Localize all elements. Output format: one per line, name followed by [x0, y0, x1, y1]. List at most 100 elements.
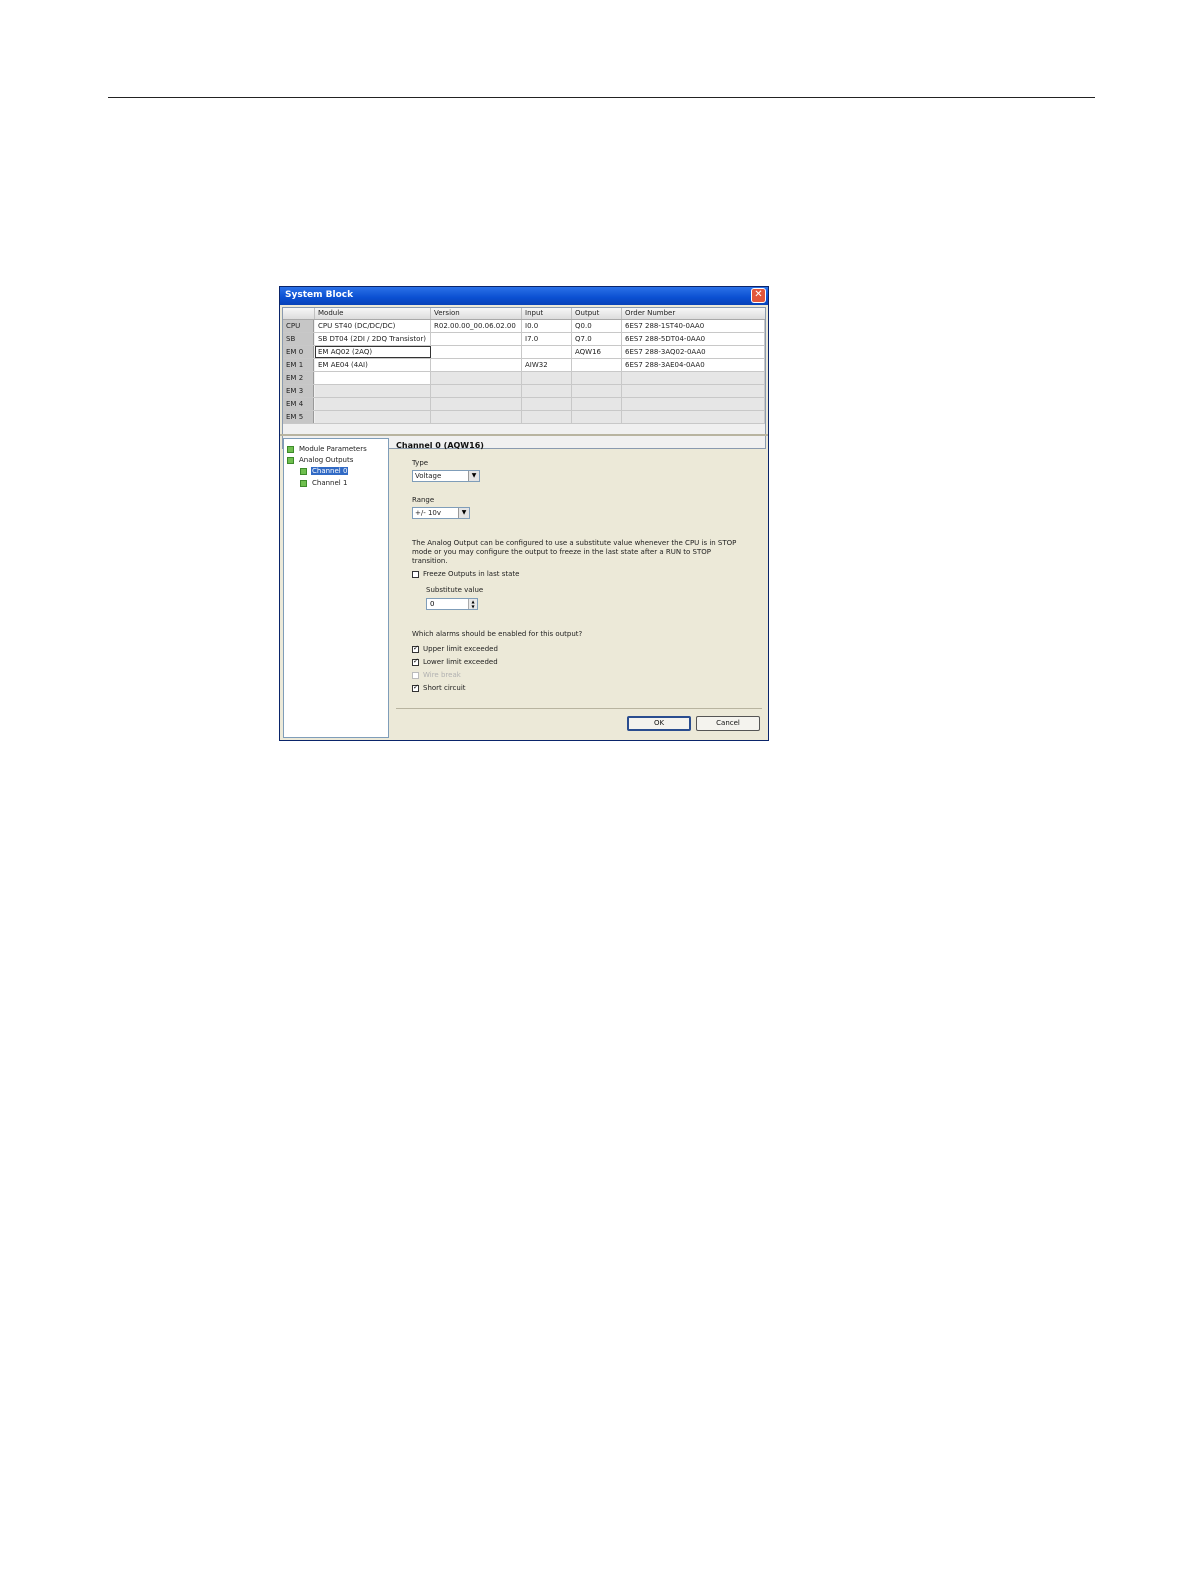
module-grid: Module Version Input Output Order Number…	[282, 307, 766, 449]
input-cell: I7.0	[522, 333, 572, 345]
checkbox-checked-icon	[412, 644, 419, 653]
table-row[interactable]: CPU CPU ST40 (DC/DC/DC) R02.00.00_00.06.…	[283, 320, 765, 333]
table-row[interactable]: EM 0 EM AQ02 (2AQ) AQW16 6ES7 288-3AQ02-…	[283, 346, 765, 359]
slot-label: SB	[283, 333, 314, 345]
table-row[interactable]: EM 5	[283, 411, 765, 424]
header-input: Input	[522, 308, 572, 319]
slot-label: EM 3	[283, 385, 314, 397]
folder-icon	[287, 445, 294, 453]
output-cell	[572, 372, 622, 384]
checkbox-checked-icon	[412, 683, 419, 692]
output-cell: AQW16	[572, 346, 622, 358]
upper-limit-checkbox[interactable]: Upper limit exceeded	[412, 644, 498, 654]
order-cell: 6ES7 288-3AQ02-0AA0	[622, 346, 765, 358]
module-cell[interactable]: CPU ST40 (DC/DC/DC)	[315, 320, 431, 332]
channel-icon	[300, 467, 307, 475]
output-cell	[572, 398, 622, 410]
alarms-question: Which alarms should be enabled for this …	[412, 630, 583, 638]
chevron-down-icon: ▼	[458, 508, 469, 518]
slot-label: EM 0	[283, 346, 314, 358]
table-row[interactable]: EM 2	[283, 372, 765, 385]
tree-item-analog-outputs[interactable]: Analog Outputs	[287, 455, 354, 465]
close-button[interactable]: ✕	[751, 288, 766, 303]
wire-break-checkbox: Wire break	[412, 671, 461, 680]
version-cell	[431, 385, 522, 397]
substitute-description: The Analog Output can be configured to u…	[412, 539, 737, 565]
system-block-dialog: System Block ✕ Module Version Input Outp…	[279, 286, 769, 741]
range-label: Range	[412, 496, 435, 504]
tree-item-channel-1[interactable]: Channel 1	[300, 478, 348, 488]
output-cell	[572, 411, 622, 423]
order-cell	[622, 372, 765, 384]
order-cell: 6ES7 288-5DT04-0AA0	[622, 333, 765, 345]
output-cell: Q0.0	[572, 320, 622, 332]
type-select[interactable]: Voltage ▼	[412, 470, 480, 482]
grid-header: Module Version Input Output Order Number	[283, 308, 765, 320]
spinner-arrows-icon[interactable]: ▲ ▼	[468, 599, 477, 609]
slot-label: CPU	[283, 320, 314, 332]
output-cell: Q7.0	[572, 333, 622, 345]
module-cell[interactable]	[315, 398, 431, 410]
order-cell: 6ES7 288-1ST40-0AA0	[622, 320, 765, 332]
table-row[interactable]: EM 4	[283, 398, 765, 411]
freeze-outputs-checkbox[interactable]: Freeze Outputs in last state	[412, 570, 519, 579]
module-cell[interactable]	[315, 385, 431, 397]
type-select-value: Voltage	[415, 472, 442, 480]
slot-label: EM 4	[283, 398, 314, 410]
checkbox-checked-icon	[412, 657, 419, 666]
version-cell: R02.00.00_00.06.02.00	[431, 320, 522, 332]
table-row[interactable]: SB SB DT04 (2DI / 2DQ Transistor) I7.0 Q…	[283, 333, 765, 346]
checkbox-icon	[412, 570, 419, 578]
version-cell	[431, 346, 522, 358]
input-cell: AIW32	[522, 359, 572, 371]
order-cell: 6ES7 288-3AE04-0AA0	[622, 359, 765, 371]
channel-settings-panel: Channel 0 (AQW16) Type Voltage ▼ Range +…	[390, 438, 766, 738]
input-cell	[522, 372, 572, 384]
cancel-button[interactable]: Cancel	[696, 716, 760, 731]
header-version: Version	[431, 308, 522, 319]
input-cell	[522, 411, 572, 423]
module-cell-selected[interactable]: EM AQ02 (2AQ)	[315, 346, 431, 358]
substitute-value-input[interactable]: 0 ▲ ▼	[426, 598, 478, 610]
checkbox-disabled-icon	[412, 671, 419, 679]
order-cell	[622, 398, 765, 410]
tree-item-module-parameters[interactable]: Module Parameters	[287, 444, 368, 454]
dialog-title: System Block	[285, 290, 354, 300]
input-cell	[522, 346, 572, 358]
input-cell	[522, 385, 572, 397]
order-cell	[622, 385, 765, 397]
range-select[interactable]: +/- 10v ▼	[412, 507, 470, 519]
header-order-number: Order Number	[625, 309, 676, 317]
type-label: Type	[412, 459, 429, 467]
pane-splitter[interactable]	[280, 434, 768, 436]
range-select-value: +/- 10v	[415, 509, 442, 517]
table-row[interactable]: EM 1 EM AE04 (4AI) AIW32 6ES7 288-3AE04-…	[283, 359, 765, 372]
tree-item-channel-0[interactable]: Channel 0	[300, 466, 349, 476]
module-cell[interactable]: SB DT04 (2DI / 2DQ Transistor)	[315, 333, 431, 345]
header-output: Output	[572, 308, 622, 319]
version-cell	[431, 411, 522, 423]
module-cell[interactable]: EM AE04 (4AI)	[315, 359, 431, 371]
ok-button[interactable]: OK	[627, 716, 691, 731]
module-cell[interactable]	[315, 372, 431, 384]
output-cell	[572, 359, 622, 371]
short-circuit-checkbox[interactable]: Short circuit	[412, 683, 466, 693]
version-cell	[431, 333, 522, 345]
slot-label: EM 5	[283, 411, 314, 423]
order-cell	[622, 411, 765, 423]
table-row[interactable]: EM 3	[283, 385, 765, 398]
channel-icon	[300, 479, 307, 487]
module-cell[interactable]	[315, 411, 431, 423]
header-module: Module	[315, 308, 431, 319]
input-cell	[522, 398, 572, 410]
chevron-down-icon: ▼	[468, 471, 479, 481]
output-cell	[572, 385, 622, 397]
page-top-rule	[108, 97, 1095, 98]
lower-limit-checkbox[interactable]: Lower limit exceeded	[412, 657, 498, 667]
title-bar[interactable]: System Block ✕	[280, 287, 768, 305]
close-icon: ✕	[754, 289, 763, 300]
substitute-value-label: Substitute value	[426, 586, 484, 594]
slot-label: EM 1	[283, 359, 314, 371]
parameter-tree: Module Parameters Analog Outputs Channel…	[283, 438, 389, 738]
button-separator	[396, 708, 762, 709]
